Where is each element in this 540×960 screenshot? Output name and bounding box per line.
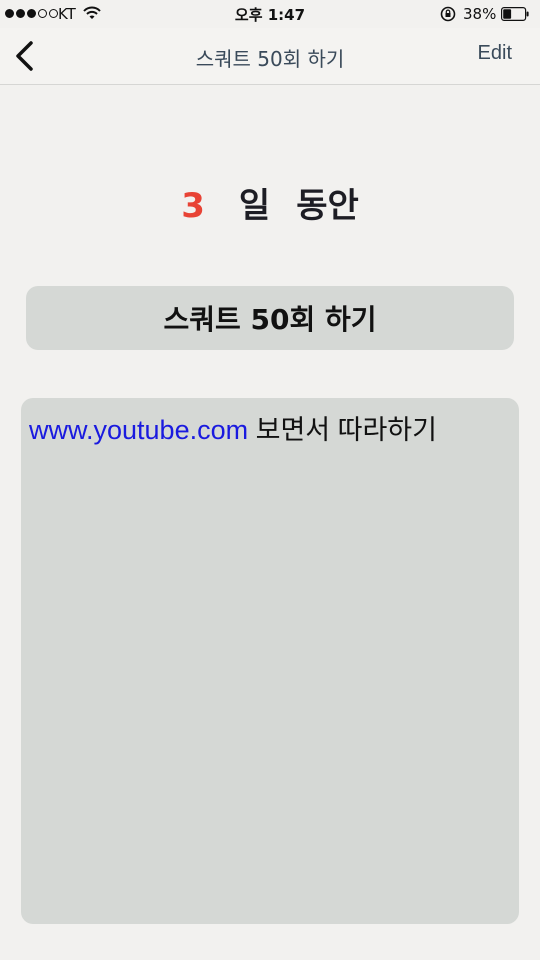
rotation-lock-icon [440, 6, 456, 22]
edit-button[interactable]: Edit [478, 42, 512, 65]
memo-text-area[interactable]: www.youtube.com 보면서 따라하기 [21, 398, 519, 924]
duration-suffix: 동안 [296, 186, 359, 226]
memo-text: 보면서 따라하기 [248, 415, 437, 445]
duration-unit: 일 [238, 186, 271, 226]
duration-days: 3 [181, 186, 205, 226]
battery-percent: 38% [463, 5, 497, 23]
duration-label: 3 일 동안 [0, 178, 540, 227]
status-bar: KT 오후 1:47 38% [0, 0, 540, 28]
memo-link[interactable]: www.youtube.com [29, 415, 248, 445]
battery-icon [501, 7, 529, 21]
task-title-card: 스쿼트 50회 하기 [26, 286, 514, 350]
task-title: 스쿼트 50회 하기 [163, 303, 377, 336]
navigation-bar: 스쿼트 50회 하기 Edit [0, 28, 540, 85]
page-title: 스쿼트 50회 하기 [195, 47, 345, 71]
status-time: 오후 1:47 [234, 6, 306, 24]
